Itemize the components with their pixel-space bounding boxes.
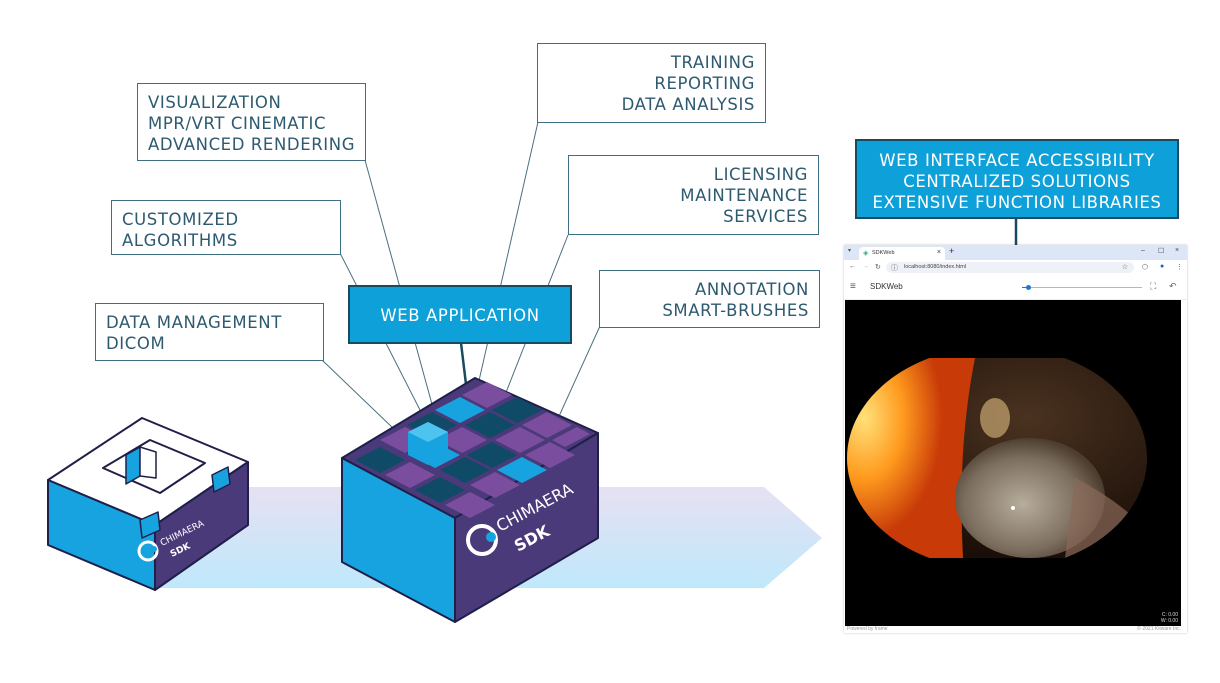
favicon-icon: ◈: [863, 250, 869, 257]
tab-title: SDKWeb: [872, 250, 895, 256]
url-text: localhost:8080/index.html: [904, 264, 967, 270]
web-interface-box: WEB INTERFACE ACCESSIBILITY CENTRALIZED …: [855, 139, 1179, 219]
label-line: ANNOTATION: [694, 280, 809, 299]
web-application-box: WEB APPLICATION: [348, 285, 572, 344]
label-line: DATA MANAGEMENT: [106, 313, 282, 332]
frame-slider[interactable]: [1022, 285, 1142, 290]
label-training: TRAINING REPORTING DATA ANALYSIS: [537, 43, 766, 123]
label-line: LICENSING: [713, 165, 808, 184]
tab-bar: ▾ ◈ SDKWeb × + – ☐ ×: [844, 245, 1187, 260]
label-line: WEB INTERFACE ACCESSIBILITY: [879, 151, 1155, 170]
app-header: ≡ SDKWeb ⛶ ↶: [844, 275, 1187, 300]
back-icon[interactable]: ←: [849, 263, 856, 270]
hamburger-menu-icon[interactable]: ≡: [850, 281, 856, 292]
new-tab-button[interactable]: +: [949, 246, 954, 256]
width-readout: W: 0.00: [1160, 618, 1178, 624]
app-footer: Powered by frame © 2021 Kitware Inc.: [844, 625, 1187, 633]
label-data-management: DATA MANAGEMENT DICOM: [95, 303, 324, 361]
connector-data-management: [321, 359, 396, 431]
label-line: CENTRALIZED SOLUTIONS: [903, 172, 1131, 191]
label-line: REPORTING: [654, 74, 755, 93]
web-application-label: WEB APPLICATION: [380, 306, 540, 325]
label-customized-algorithms: CUSTOMIZED ALGORITHMS: [111, 200, 341, 255]
connector-visualization: [364, 159, 434, 409]
label-line: ADVANCED RENDERING: [148, 135, 356, 154]
forward-icon[interactable]: →: [862, 263, 869, 270]
app-title: SDKWeb: [870, 282, 903, 291]
undo-icon[interactable]: ↶: [1169, 281, 1177, 292]
endoscopy-image: [847, 358, 1147, 558]
reload-icon[interactable]: ↻: [875, 263, 881, 271]
label-line: DATA ANALYSIS: [621, 95, 755, 114]
maximize-icon[interactable]: ☐: [1158, 247, 1164, 255]
extensions-icon[interactable]: ⬡: [1142, 263, 1148, 271]
window-level-readout: C: 0.00 W: 0.00: [1161, 612, 1178, 624]
label-line: EXTENSIVE FUNCTION LIBRARIES: [872, 193, 1162, 212]
window-close-icon[interactable]: ×: [1175, 247, 1179, 254]
label-annotation: ANNOTATION SMART-BRUSHES: [599, 270, 820, 328]
label-line: CUSTOMIZED: [122, 210, 239, 229]
site-info-icon[interactable]: ⓘ: [891, 263, 898, 273]
label-line: ALGORITHMS: [122, 231, 238, 250]
fullscreen-icon[interactable]: ⛶: [1150, 281, 1156, 292]
powered-by-text: Powered by frame: [847, 626, 888, 632]
connector-lines: [321, 121, 601, 431]
minimize-icon[interactable]: –: [1141, 247, 1145, 254]
connector-training: [477, 121, 539, 386]
more-menu-icon[interactable]: ⋮: [1176, 263, 1183, 271]
label-line: TRAINING: [670, 53, 755, 72]
address-bar-row: ← → ↻ ⓘ localhost:8080/index.html ☆ ⬡ ● …: [844, 260, 1187, 275]
copyright-text: © 2021 Kitware Inc.: [1137, 626, 1181, 632]
label-line: DICOM: [106, 334, 166, 353]
label-licensing: LICENSING MAINTENANCE SERVICES: [568, 155, 819, 235]
tab-close-icon[interactable]: ×: [937, 249, 941, 256]
label-line: VISUALIZATION: [148, 93, 282, 112]
label-line: SMART-BRUSHES: [662, 301, 809, 320]
label-line: MAINTENANCE: [680, 186, 808, 205]
endoscopy-frame: [845, 358, 1149, 558]
label-line: MPR/VRT CINEMATIC: [148, 114, 327, 133]
tab-search-icon[interactable]: ▾: [848, 247, 851, 254]
url-input[interactable]: ⓘ localhost:8080/index.html ☆: [886, 262, 1134, 273]
label-line: SERVICES: [723, 207, 808, 226]
profile-icon[interactable]: ●: [1160, 263, 1164, 270]
browser-window: ▾ ◈ SDKWeb × + – ☐ × ← → ↻ ⓘ localhost:8…: [844, 245, 1187, 633]
video-viewer[interactable]: C: 0.00 W: 0.00: [845, 300, 1181, 626]
slider-knob[interactable]: [1025, 285, 1031, 290]
tab-sdkweb[interactable]: ◈ SDKWeb ×: [859, 247, 945, 260]
bookmark-star-icon[interactable]: ☆: [1122, 263, 1128, 271]
label-visualization: VISUALIZATION MPR/VRT CINEMATIC ADVANCED…: [137, 83, 366, 161]
